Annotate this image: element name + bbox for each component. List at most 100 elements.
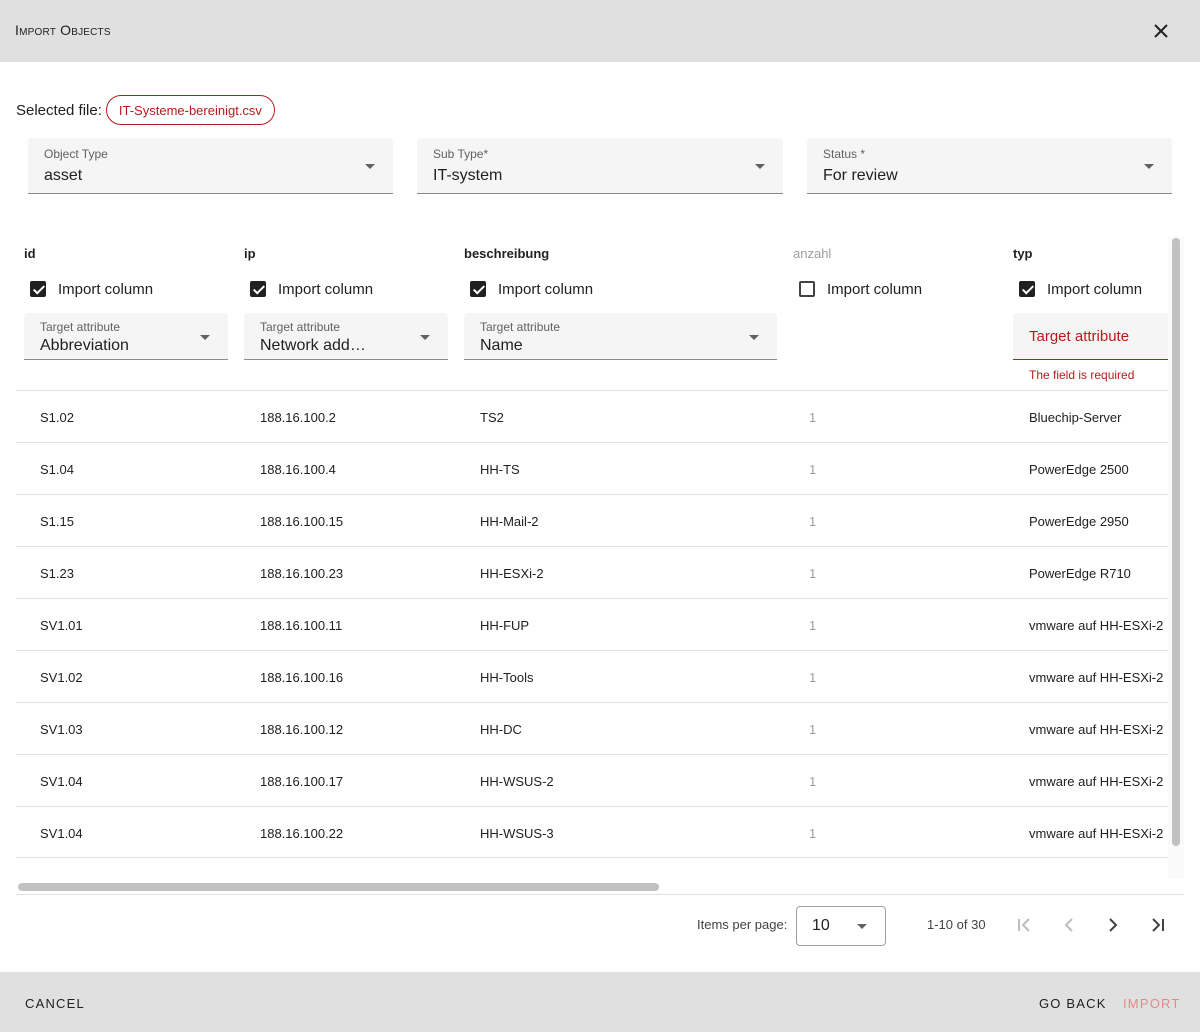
dialog-header: Import Objects — [0, 0, 1200, 62]
table-row: SV1.04 188.16.100.17 HH-WSUS-2 1 vmware … — [16, 754, 1168, 806]
sub-type-value: IT-system — [433, 167, 503, 184]
status-value: For review — [823, 167, 898, 184]
target-attribute-placeholder: Target attribute — [1029, 328, 1130, 345]
cell-id: S1.04 — [40, 462, 74, 477]
table-row: S1.15 188.16.100.15 HH-Mail-2 1 PowerEdg… — [16, 494, 1168, 546]
table-row: S1.02 188.16.100.2 TS2 1 Bluechip-Server — [16, 390, 1168, 442]
cancel-button[interactable]: CANCEL — [25, 996, 85, 1011]
horizontal-scrollbar-thumb[interactable] — [18, 883, 659, 891]
go-back-button[interactable]: GO BACK — [1039, 996, 1107, 1011]
cell-beschreibung: HH-FUP — [480, 618, 530, 633]
import-column-label: Import column — [278, 280, 374, 298]
checkbox-icon[interactable] — [250, 281, 266, 297]
cell-beschreibung: HH-ESXi-2 — [480, 566, 544, 581]
items-per-page-select[interactable]: 10 — [796, 906, 886, 946]
object-type-select[interactable]: Object Type asset — [28, 138, 393, 194]
cell-beschreibung: HH-Mail-2 — [480, 514, 539, 529]
target-attribute-select-typ[interactable]: Target attribute — [1013, 313, 1173, 360]
cell-anzahl: 1 — [809, 410, 817, 425]
table-row: SV1.03 188.16.100.12 HH-DC 1 vmware auf … — [16, 702, 1168, 754]
cell-anzahl: 1 — [809, 462, 817, 477]
dialog-title: Import Objects — [15, 22, 111, 38]
cell-id: S1.02 — [40, 410, 74, 425]
selected-file-chip[interactable]: IT-Systeme-bereinigt.csv — [105, 95, 275, 125]
cell-typ: vmware auf HH-ESXi-2 — [1029, 722, 1164, 737]
cell-id: S1.23 — [40, 566, 74, 581]
items-per-page-label: Items per page: — [697, 917, 788, 932]
cell-typ: PowerEdge 2500 — [1029, 462, 1129, 477]
sub-type-select[interactable]: Sub Type* IT-system — [417, 138, 783, 194]
cell-typ: vmware auf HH-ESXi-2 — [1029, 618, 1164, 633]
table-row: SV1.01 188.16.100.11 HH-FUP 1 vmware auf… — [16, 598, 1168, 650]
cell-typ: PowerEdge 2950 — [1029, 514, 1129, 529]
dropdown-arrow-icon — [365, 164, 375, 169]
target-attribute-value: Name — [480, 337, 523, 354]
cell-ip: 188.16.100.17 — [260, 774, 344, 789]
cell-ip: 188.16.100.4 — [260, 462, 336, 477]
object-type-label: Object Type — [44, 147, 108, 161]
previous-page-icon[interactable] — [1057, 913, 1081, 937]
cell-beschreibung: HH-Tools — [480, 670, 534, 685]
cell-beschreibung: HH-WSUS-2 — [480, 774, 554, 789]
checkbox-icon[interactable] — [30, 281, 46, 297]
target-attribute-select-ip[interactable]: Target attribute Network add… — [244, 313, 448, 360]
cell-anzahl: 1 — [809, 618, 817, 633]
cell-ip: 188.16.100.11 — [260, 618, 343, 633]
close-icon[interactable] — [1149, 19, 1173, 43]
dropdown-arrow-icon — [200, 335, 210, 340]
first-page-icon[interactable] — [1012, 913, 1036, 937]
target-attribute-label: Target attribute — [260, 320, 341, 334]
cell-beschreibung: TS2 — [480, 410, 504, 425]
field-required-error: The field is required — [1029, 368, 1135, 382]
import-table: id Import column Target attribute Abbrev… — [16, 236, 1184, 895]
sub-type-label: Sub Type* — [433, 147, 489, 161]
cell-typ: Bluechip-Server — [1029, 410, 1122, 425]
checkbox-icon[interactable] — [1019, 281, 1035, 297]
table-row: S1.04 188.16.100.4 HH-TS 1 PowerEdge 250… — [16, 442, 1168, 494]
table-row: SV1.02 188.16.100.16 HH-Tools 1 vmware a… — [16, 650, 1168, 702]
dropdown-arrow-icon — [1144, 164, 1154, 169]
cell-ip: 188.16.100.22 — [260, 826, 344, 841]
vertical-scrollbar-thumb[interactable] — [1172, 238, 1180, 846]
next-page-icon[interactable] — [1101, 913, 1125, 937]
cell-ip: 188.16.100.15 — [260, 514, 344, 529]
target-attribute-select-id[interactable]: Target attribute Abbreviation — [24, 313, 228, 360]
cell-beschreibung: HH-WSUS-3 — [480, 826, 554, 841]
target-attribute-select-beschreibung[interactable]: Target attribute Name — [464, 313, 777, 360]
status-select[interactable]: Status * For review — [807, 138, 1172, 194]
dropdown-arrow-icon — [755, 164, 765, 169]
page-range-label: 1-10 of 30 — [927, 917, 986, 932]
import-column-checkbox-typ[interactable]: Import column — [1013, 279, 1142, 299]
import-button[interactable]: IMPORT — [1123, 996, 1181, 1011]
cell-anzahl: 1 — [809, 566, 817, 581]
import-column-checkbox-beschreibung[interactable]: Import column — [464, 279, 593, 299]
checkbox-icon[interactable] — [470, 281, 486, 297]
column-header-id: id — [24, 246, 36, 261]
table-body: S1.02 188.16.100.2 TS2 1 Bluechip-Server… — [16, 390, 1168, 858]
checkbox-icon[interactable] — [799, 281, 815, 297]
import-column-checkbox-id[interactable]: Import column — [24, 279, 153, 299]
cell-anzahl: 1 — [809, 514, 817, 529]
last-page-icon[interactable] — [1146, 913, 1170, 937]
cell-ip: 188.16.100.16 — [260, 670, 344, 685]
cell-id: SV1.03 — [40, 722, 83, 737]
dropdown-arrow-icon — [857, 924, 867, 929]
target-attribute-label: Target attribute — [40, 320, 121, 334]
cell-anzahl: 1 — [809, 774, 817, 789]
column-header-ip: ip — [244, 246, 256, 261]
status-label: Status * — [823, 147, 866, 161]
cell-id: SV1.04 — [40, 826, 83, 841]
cell-anzahl: 1 — [809, 670, 817, 685]
cell-id: SV1.02 — [40, 670, 83, 685]
cell-typ: vmware auf HH-ESXi-2 — [1029, 670, 1164, 685]
import-column-checkbox-anzahl[interactable]: Import column — [793, 279, 922, 299]
column-header-typ: typ — [1013, 246, 1033, 261]
cell-ip: 188.16.100.23 — [260, 566, 344, 581]
cell-anzahl: 1 — [809, 826, 817, 841]
cell-typ: PowerEdge R710 — [1029, 566, 1131, 581]
import-column-label: Import column — [827, 280, 923, 298]
dialog-footer: CANCEL GO BACK IMPORT — [0, 972, 1200, 1032]
cell-id: S1.15 — [40, 514, 74, 529]
cell-ip: 188.16.100.2 — [260, 410, 336, 425]
import-column-checkbox-ip[interactable]: Import column — [244, 279, 373, 299]
